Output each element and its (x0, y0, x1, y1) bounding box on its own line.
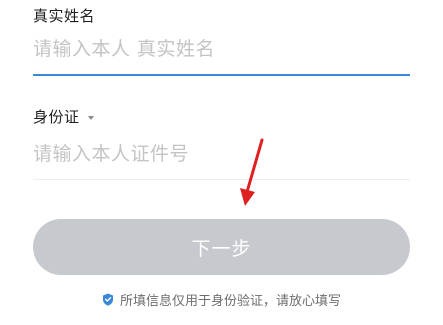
id-number-input[interactable] (33, 137, 410, 171)
id-field-underline (33, 179, 410, 180)
red-arrow-annotation-icon (240, 138, 264, 206)
next-step-button[interactable]: 下一步 (33, 219, 410, 275)
identity-verification-form: 真实姓名 身份证 下一步 所填信息仅用于身份验证，请放心填写 (0, 0, 443, 325)
privacy-tip-text: 所填信息仅用于身份验证，请放心填写 (119, 294, 341, 309)
name-field-underline (33, 74, 410, 76)
id-type-label: 身份证 (33, 108, 80, 126)
real-name-input[interactable] (33, 32, 410, 66)
id-type-selector[interactable]: 身份证 (33, 106, 94, 127)
privacy-tip: 所填信息仅用于身份验证，请放心填写 (0, 290, 443, 309)
name-field-label: 真实姓名 (33, 7, 96, 25)
caret-down-icon (87, 115, 94, 120)
shield-check-icon (102, 293, 113, 306)
